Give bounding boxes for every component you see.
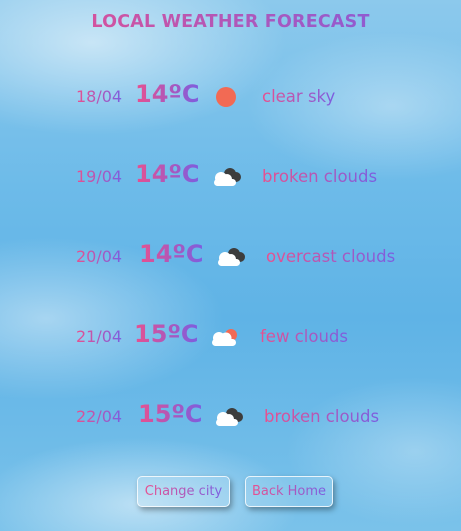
change-city-button[interactable]: Change city — [137, 476, 230, 507]
forecast-description: broken clouds — [264, 407, 380, 426]
broken-clouds-icon — [210, 165, 244, 189]
forecast-temp: 15ºC — [134, 320, 199, 348]
forecast-date: 19/04 — [76, 167, 123, 186]
forecast-row: 18/04 14ºC clear sky — [0, 77, 461, 117]
back-home-button[interactable]: Back Home — [245, 476, 333, 507]
forecast-temp: 14ºC — [139, 240, 204, 268]
forecast-date: 18/04 — [76, 87, 123, 106]
forecast-description: clear sky — [262, 87, 336, 106]
forecast-temp: 14ºC — [135, 160, 200, 188]
change-city-label: Change city — [144, 484, 223, 499]
forecast-temp: 14ºC — [135, 80, 200, 108]
forecast-description: broken clouds — [262, 167, 378, 186]
overcast-clouds-icon — [214, 245, 248, 269]
forecast-row: 20/04 14ºC overcast clouds — [0, 237, 461, 277]
forecast-row: 19/04 14ºC broken clouds — [0, 157, 461, 197]
forecast-date: 22/04 — [76, 407, 123, 426]
sun-icon — [212, 85, 246, 109]
forecast-row: 21/04 15ºC few clouds — [0, 317, 461, 357]
forecast-temp: 15ºC — [138, 400, 203, 428]
forecast-description: few clouds — [260, 327, 348, 346]
few-clouds-icon — [208, 325, 242, 349]
forecast-date: 21/04 — [76, 327, 123, 346]
forecast-description: overcast clouds — [266, 247, 396, 266]
broken-clouds-icon — [212, 405, 246, 429]
back-home-label: Back Home — [251, 484, 327, 499]
forecast-row: 22/04 15ºC broken clouds — [0, 397, 461, 437]
page-title: LOCAL WEATHER FORECAST — [0, 12, 461, 32]
forecast-date: 20/04 — [76, 247, 123, 266]
